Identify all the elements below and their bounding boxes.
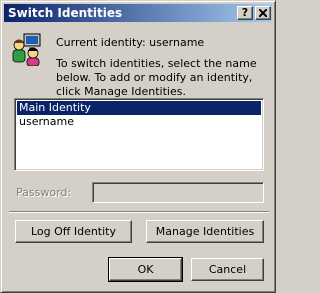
password-field[interactable] — [92, 182, 264, 203]
instructions-text: To switch identities, select the name be… — [56, 57, 257, 98]
identities-people-icon — [11, 32, 43, 67]
close-button[interactable] — [255, 6, 271, 20]
help-button[interactable]: ? — [237, 6, 253, 20]
title-bar[interactable]: Switch Identities ? — [4, 4, 272, 22]
separator — [9, 211, 269, 213]
current-identity-text: Current identity: username — [56, 36, 205, 49]
list-item[interactable]: username — [17, 115, 261, 129]
log-off-identity-button[interactable]: Log Off Identity — [15, 220, 132, 243]
help-icon: ? — [241, 6, 249, 19]
password-label: Password: — [16, 186, 72, 199]
cancel-button[interactable]: Cancel — [191, 258, 264, 281]
manage-identities-button[interactable]: Manage Identities — [146, 220, 264, 243]
window-title: Switch Identities — [8, 6, 123, 20]
close-icon — [258, 8, 268, 18]
identities-list[interactable]: Main Identity username — [14, 98, 264, 171]
list-item[interactable]: Main Identity — [17, 101, 261, 115]
switch-identities-dialog: Switch Identities ? Current identity: us… — [0, 0, 276, 293]
ok-button[interactable]: OK — [108, 257, 183, 282]
